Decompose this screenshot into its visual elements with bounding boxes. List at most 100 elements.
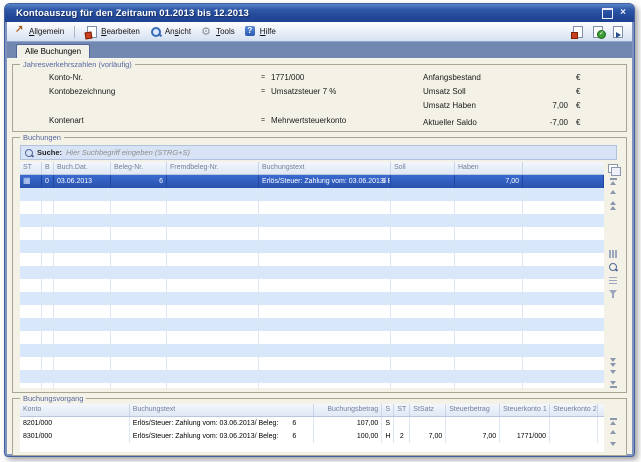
scroll-to-top-button[interactable] bbox=[608, 418, 618, 425]
empty-cell bbox=[455, 214, 523, 227]
empty-cell bbox=[523, 370, 604, 383]
close-window-icon[interactable]: × bbox=[620, 8, 626, 18]
column-header-buchungstext[interactable]: Buchungstext bbox=[130, 404, 315, 416]
empty-cell bbox=[54, 357, 111, 370]
empty-cell bbox=[20, 331, 42, 344]
empty-cell bbox=[455, 344, 523, 357]
list-icon[interactable] bbox=[608, 277, 618, 285]
column-header-buchdat[interactable]: Buch.Dat. bbox=[54, 162, 111, 174]
app-window: Kontoauszug für den Zeitraum 01.2013 bis… bbox=[4, 3, 635, 457]
scroll-up-button[interactable] bbox=[608, 190, 618, 194]
menu-allgemein[interactable]: Allgemein bbox=[13, 26, 64, 38]
titlebar[interactable]: Kontoauszug für den Zeitraum 01.2013 bis… bbox=[5, 4, 634, 22]
empty-row bbox=[20, 357, 604, 370]
search-input[interactable]: Suche: Hier Suchbegriff eingeben (STRG+S… bbox=[20, 145, 617, 160]
tab-alle-buchungen[interactable]: Alle Buchungen bbox=[16, 44, 90, 58]
scroll-to-bottom-button[interactable] bbox=[608, 381, 618, 388]
column-header-steuerkonto2[interactable]: Steuerkonto 2 bbox=[550, 404, 598, 416]
export-document-icon[interactable] bbox=[611, 26, 624, 38]
cell-buchungsbetrag: 107,00 bbox=[314, 417, 382, 430]
columns-icon[interactable] bbox=[608, 250, 618, 258]
transaction-row[interactable]: 8201/000Erlös/Steuer: Zahlung vom: 03.06… bbox=[20, 417, 604, 430]
empty-cell bbox=[20, 227, 42, 240]
empty-row bbox=[20, 279, 604, 292]
empty-cell bbox=[42, 227, 54, 240]
empty-cell bbox=[259, 201, 391, 214]
empty-cell bbox=[42, 331, 54, 344]
filter-icon[interactable] bbox=[608, 290, 618, 295]
transaction-table-body: 8201/000Erlös/Steuer: Zahlung vom: 03.06… bbox=[20, 417, 604, 443]
menu-ansicht[interactable]: Ansicht bbox=[149, 26, 191, 38]
page-up-button[interactable] bbox=[608, 201, 618, 210]
scroll-down-button[interactable] bbox=[608, 370, 618, 374]
column-header-s[interactable]: S bbox=[382, 404, 394, 416]
transaction-row[interactable]: 8301/000Erlös/Steuer: Zahlung vom: 03.06… bbox=[20, 430, 604, 443]
cell-konto: 8301/000 bbox=[20, 430, 130, 443]
empty-cell bbox=[20, 240, 42, 253]
column-header-st[interactable]: ST bbox=[394, 404, 410, 416]
column-header-fremdbelegnr[interactable]: Fremdbeleg-Nr. bbox=[167, 162, 259, 174]
northeast-arrow-icon bbox=[13, 26, 26, 38]
menu-label: Bearbeiten bbox=[101, 27, 140, 36]
field-label: Kontobezeichnung bbox=[49, 87, 115, 96]
empty-cell bbox=[455, 253, 523, 266]
column-header-b[interactable]: B bbox=[42, 162, 54, 174]
cell-soll bbox=[391, 175, 455, 188]
currency-symbol: € bbox=[576, 87, 580, 96]
edit-page-icon bbox=[85, 26, 98, 38]
beleg-ref: 6 bbox=[382, 175, 386, 188]
column-header-haben[interactable]: Haben bbox=[455, 162, 523, 174]
column-header-steuerkonto1[interactable]: Steuerkonto 1 bbox=[500, 404, 550, 416]
empty-cell bbox=[455, 266, 523, 279]
booking-row[interactable]: ▦003.06.20136Erlös/Steuer: Zahlung vom: … bbox=[20, 175, 604, 188]
scroll-to-top-button[interactable] bbox=[608, 178, 618, 185]
column-header-steuerbetrag[interactable]: Steuerbetrag bbox=[446, 404, 500, 416]
empty-cell bbox=[391, 188, 455, 201]
column-header-stsatz[interactable]: StSatz bbox=[410, 404, 446, 416]
empty-cell bbox=[20, 279, 42, 292]
menu-label: Tools bbox=[216, 27, 235, 36]
empty-cell bbox=[42, 266, 54, 279]
column-header-soll[interactable]: Soll bbox=[391, 162, 455, 174]
empty-cell bbox=[391, 305, 455, 318]
field-value: Mehrwertsteuerkonto bbox=[271, 116, 346, 125]
empty-cell bbox=[455, 370, 523, 383]
scroll-up-button[interactable] bbox=[608, 430, 618, 434]
scroll-down-button[interactable] bbox=[608, 442, 618, 446]
empty-cell bbox=[455, 292, 523, 305]
column-chooser-icon[interactable] bbox=[608, 164, 618, 173]
magnifier-icon[interactable] bbox=[608, 263, 618, 271]
column-header-buchungsbetrag[interactable]: Buchungsbetrag bbox=[314, 404, 382, 416]
menu-bearbeiten[interactable]: Bearbeiten bbox=[85, 26, 140, 38]
empty-cell bbox=[20, 305, 42, 318]
report-document-icon[interactable] bbox=[571, 26, 584, 38]
empty-cell bbox=[111, 370, 167, 383]
cell-st: 2 bbox=[394, 430, 410, 443]
empty-cell bbox=[54, 201, 111, 214]
column-header-st[interactable]: ST bbox=[20, 162, 42, 174]
screen: Kontoauszug für den Zeitraum 01.2013 bis… bbox=[0, 0, 641, 462]
column-header-konto[interactable]: Konto bbox=[20, 404, 130, 416]
restore-window-icon[interactable] bbox=[602, 8, 613, 19]
empty-cell bbox=[54, 318, 111, 331]
empty-cell bbox=[523, 188, 604, 201]
empty-cell bbox=[523, 344, 604, 357]
cell-s: H bbox=[382, 430, 394, 443]
group-title: Jahresverkehrszahlen (vorläufig) bbox=[20, 60, 135, 69]
bookings-table: ST B Buch.Dat. Beleg-Nr. Fremdbeleg-Nr. … bbox=[20, 162, 604, 388]
checked-document-icon[interactable] bbox=[591, 26, 604, 38]
empty-cell bbox=[111, 201, 167, 214]
empty-cell bbox=[455, 240, 523, 253]
empty-cell bbox=[42, 188, 54, 201]
page-down-button[interactable] bbox=[608, 358, 618, 367]
empty-cell bbox=[523, 292, 604, 305]
menu-tools[interactable]: Tools bbox=[200, 26, 235, 38]
empty-cell bbox=[259, 331, 391, 344]
empty-cell bbox=[259, 383, 391, 388]
empty-cell bbox=[111, 253, 167, 266]
empty-cell bbox=[259, 357, 391, 370]
column-header-belegnr[interactable]: Beleg-Nr. bbox=[111, 162, 167, 174]
menu-hilfe[interactable]: Hilfe bbox=[244, 26, 276, 38]
empty-cell bbox=[54, 266, 111, 279]
column-header-buchungstext[interactable]: Buchungstext bbox=[259, 162, 391, 174]
